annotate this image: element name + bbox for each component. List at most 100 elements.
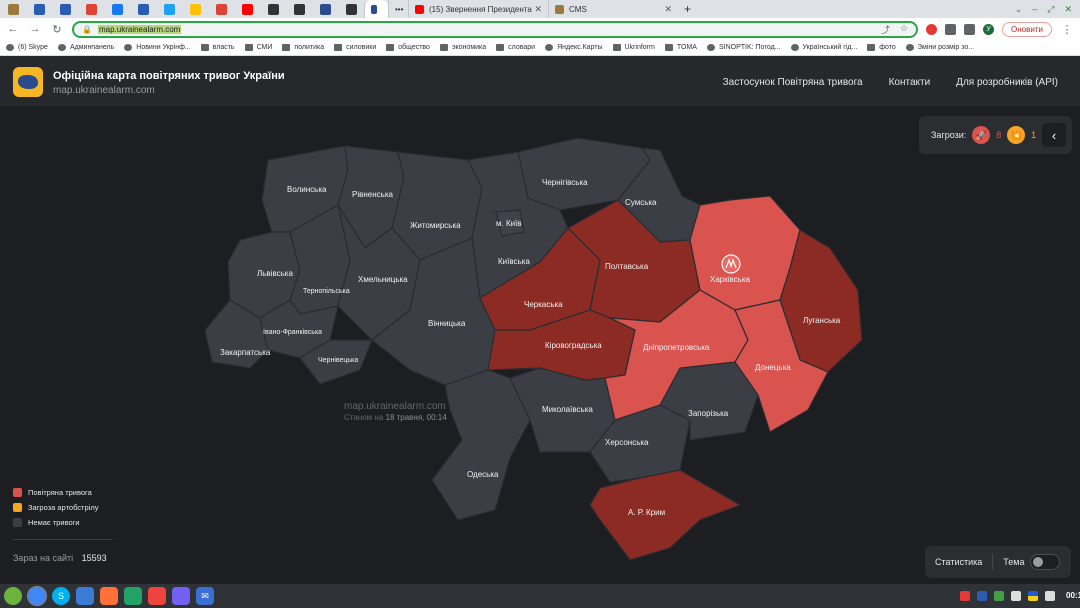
bookmark-item[interactable]: Ukrinform [612,44,655,51]
bookmark-item[interactable]: (6) Skype [6,44,48,51]
bookmark-item[interactable]: общество [386,44,430,51]
lock-icon[interactable]: 🔒 [82,25,92,34]
admin-icon [57,44,66,51]
folder-icon [334,44,343,51]
bookmark-star-icon[interactable]: ☆ [900,23,908,36]
sidepanel-icon[interactable] [964,23,976,35]
pinned-tab[interactable] [104,0,130,18]
artillery-marker-icon[interactable] [721,254,741,274]
bookmark-item[interactable]: экономика [439,44,486,51]
bookmark-item[interactable]: Админпанель [57,44,114,51]
pinned-tab[interactable] [208,0,234,18]
tab-president[interactable]: (15) Звернення Президента ✕ [408,0,548,18]
bookmark-label: влаcть [212,44,235,51]
ukraine-map-logo-icon[interactable] [13,67,43,97]
map-legend: Повітряна тривога Загроза артобстрілу Не… [13,485,98,530]
network-icon[interactable] [1011,591,1021,601]
shield-icon[interactable] [977,591,987,601]
anydesk-tray-icon[interactable] [960,591,970,601]
region-odeska[interactable] [431,369,531,521]
bookmark-item[interactable]: Український гід... [790,44,857,51]
minimize-icon[interactable]: ⌄ [1015,4,1023,15]
anydesk-icon[interactable] [148,587,166,605]
legend-label: Загроза артобстрілу [28,503,99,512]
pinned-tab[interactable] [130,0,156,18]
pinned-tab[interactable] [234,0,260,18]
label-kyiv-city: м. Київ [496,219,522,228]
divider [992,554,994,570]
nav-api-link[interactable]: Для розробників (API) [956,77,1058,88]
pinned-tab[interactable] [338,0,364,18]
collapse-panel-button[interactable]: ‹ [1042,123,1067,147]
profile-avatar[interactable]: У [983,23,995,35]
toggle-knob [1033,557,1044,567]
spreadsheet-icon[interactable] [124,587,142,605]
folder-icon [664,44,673,51]
yandex-icon [545,44,554,51]
nav-app-link[interactable]: Застосунок Повітряна тривога [723,77,863,88]
os-taskbar: S ✉ 00:14 [0,584,1080,608]
map-watermark: map.ukrainealarm.com [344,401,446,412]
statistics-button[interactable]: Статистика [935,557,982,567]
bookmark-item[interactable]: SINOPTIK: Погод... [706,44,781,51]
close-tab-icon[interactable]: ✕ [664,4,672,15]
pinned-tab[interactable] [78,0,104,18]
bookmark-item[interactable]: СМИ [244,44,272,51]
bookmark-item[interactable]: Зміни розмір зо... [905,44,974,51]
chrome-icon[interactable] [27,586,47,606]
artillery-threat-count: 1 [1031,130,1037,140]
share-icon[interactable]: ⤴ [881,23,890,36]
menu-icon[interactable]: ⋮ [1060,23,1074,36]
bookmark-item[interactable]: словари [496,44,535,51]
volume-icon[interactable] [1045,591,1055,601]
pinned-tab[interactable] [26,0,52,18]
label-dnipropetrovska: Дніпропетровська [643,343,710,352]
tab-cms[interactable]: CMS ✕ [548,0,678,18]
bookmark-item[interactable]: Новини Укрінф... [124,44,191,51]
bookmark-item[interactable]: фото [867,44,896,51]
close-tab-icon[interactable]: ✕ [534,4,542,15]
update-browser-button[interactable]: Оновити [1002,21,1052,37]
extensions-puzzle-icon[interactable] [945,23,957,35]
legend-label: Повітряна тривога [28,488,92,497]
pinned-tab[interactable] [286,0,312,18]
reload-icon[interactable]: ↻ [50,23,64,36]
air-alarm-threat-icon[interactable]: 🚀 [972,126,991,144]
pinned-tab[interactable] [156,0,182,18]
pinned-tab[interactable] [0,0,26,18]
new-tab-button[interactable]: + [678,0,697,18]
skype-icon[interactable]: S [52,587,70,605]
keyboard-layout-icon[interactable] [1028,591,1038,601]
theme-toggle[interactable] [1030,554,1061,570]
bookmark-item[interactable]: силовики [334,44,376,51]
forward-icon[interactable]: → [28,23,42,35]
bookmark-item[interactable]: TOMA [664,44,697,51]
pinned-tab[interactable] [260,0,286,18]
url-text[interactable]: map.ukrainealarm.com [97,24,182,34]
tab-ukrainealarm[interactable] [364,0,388,18]
pinned-tab[interactable] [312,0,338,18]
viber-icon[interactable] [172,587,190,605]
adblock-icon[interactable] [926,23,938,35]
label-cherkaska: Черкаська [524,300,563,309]
firefox-icon[interactable] [100,587,118,605]
back-icon[interactable]: ← [6,23,20,35]
bookmark-item[interactable]: политика [282,44,324,51]
update-check-icon[interactable] [994,591,1004,601]
mail-icon[interactable]: ✉ [196,587,214,605]
bookmark-item[interactable]: влаcть [200,44,235,51]
close-window-icon[interactable]: ✕ [1064,4,1072,15]
folder-icon [386,44,395,51]
pinned-tab[interactable] [182,0,208,18]
tab-more[interactable]: ••• [388,0,408,18]
nav-contacts-link[interactable]: Контакти [889,77,931,88]
maximize-icon[interactable]: ⤢ [1047,4,1054,15]
pinned-tab[interactable] [52,0,78,18]
address-bar[interactable]: 🔒 map.ukrainealarm.com ⤴ ☆ [72,20,919,38]
label-ternopilska: Тернопільська [303,287,350,295]
files-icon[interactable] [76,587,94,605]
artillery-threat-icon[interactable]: 💥 [1007,126,1026,144]
mint-menu-icon[interactable] [4,587,22,605]
bookmark-item[interactable]: Яндекс.Карты [545,44,603,51]
minimize-window-icon[interactable]: – [1032,4,1037,15]
